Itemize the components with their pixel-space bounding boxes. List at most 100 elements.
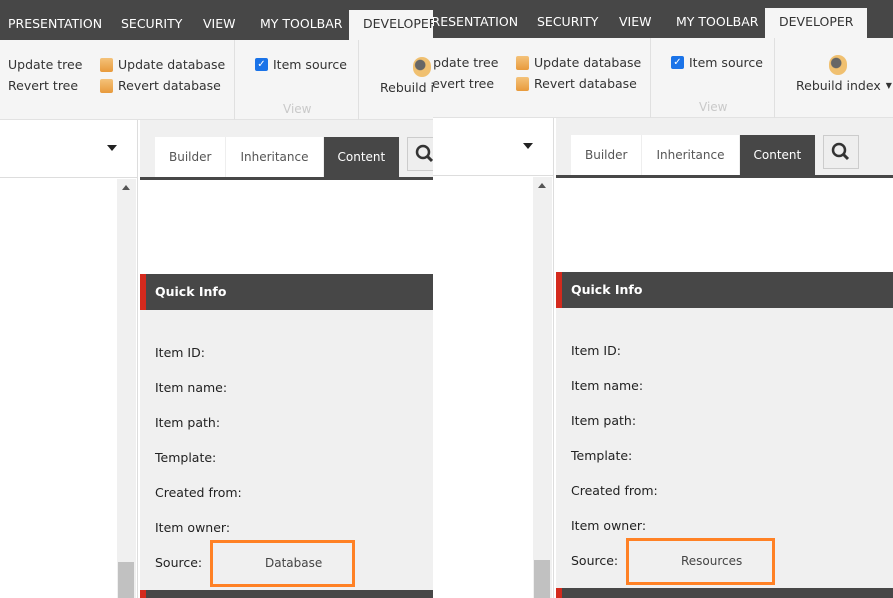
template-label: Template: <box>155 450 217 465</box>
tab-content[interactable]: Content <box>323 137 401 177</box>
source-value-highlight: Resources <box>626 538 776 585</box>
tab-developer[interactable]: DEVELOPER <box>765 8 868 38</box>
scroll-up-icon[interactable] <box>122 185 130 190</box>
update-database-label: Update database <box>118 57 226 72</box>
item-owner-label: Item owner: <box>155 520 231 535</box>
item-id-label: Item ID: <box>571 343 621 358</box>
item-id-label: Item ID: <box>155 345 205 360</box>
rebuild-index-button[interactable]: Rebuild index▼ <box>380 80 433 95</box>
quick-info-header[interactable]: Quick Info <box>556 272 893 308</box>
left-screenshot: PRESENTATION SECURITY VIEW MY TOOLBAR DE… <box>0 0 433 598</box>
content-area <box>140 180 433 274</box>
tab-builder[interactable]: Builder <box>155 137 227 177</box>
update-database-button[interactable]: Update database <box>100 57 225 72</box>
chevron-down-icon: ▼ <box>885 81 892 90</box>
update-database-label: Update database <box>534 55 642 70</box>
tab-builder[interactable]: Builder <box>571 135 643 175</box>
tab-presentation[interactable]: PRESENTATION <box>8 10 102 40</box>
group-divider <box>650 38 651 118</box>
revert-database-label: Revert database <box>118 78 221 93</box>
update-tree-button[interactable]: Update tree <box>8 57 82 72</box>
next-section-header[interactable] <box>140 590 433 598</box>
dropdown-arrow-icon <box>523 143 533 149</box>
update-tree-label: Update tree <box>8 57 83 72</box>
next-section-header[interactable] <box>556 588 893 598</box>
source-value-highlight: Database <box>210 540 356 587</box>
tab-my-toolbar[interactable]: MY TOOLBAR <box>260 10 342 40</box>
tab-my-toolbar[interactable]: MY TOOLBAR <box>676 8 758 38</box>
tab-security[interactable]: SECURITY <box>537 8 598 38</box>
rebuild-index-label: Rebuild index <box>796 78 881 93</box>
search-button[interactable] <box>407 137 433 171</box>
search-button[interactable] <box>823 135 860 169</box>
item-path-label: Item path: <box>571 413 637 428</box>
revert-database-button[interactable]: Revert database <box>100 78 221 93</box>
checkmark-icon: ✓ <box>255 58 268 71</box>
item-owner-label: Item owner: <box>571 518 647 533</box>
tab-inheritance[interactable]: Inheritance <box>226 137 324 177</box>
update-database-button[interactable]: Update database <box>516 55 641 70</box>
item-source-label: Item source <box>273 57 347 72</box>
tab-view[interactable]: VIEW <box>619 8 652 38</box>
rebuild-index-icon <box>413 57 431 77</box>
revert-tree-label: Revert tree <box>8 78 79 93</box>
update-database-icon <box>516 55 529 70</box>
search-icon <box>415 144 433 163</box>
tab-content[interactable]: Content <box>739 135 817 175</box>
view-group-label: View <box>699 100 728 114</box>
tab-inheritance[interactable]: Inheritance <box>642 135 740 175</box>
revert-database-label: Revert database <box>534 76 637 91</box>
tab-view[interactable]: VIEW <box>203 10 236 40</box>
ribbon: Update tree Revert tree Update database … <box>0 40 433 120</box>
database-selector[interactable] <box>0 120 137 178</box>
content-tree <box>0 120 138 598</box>
group-divider <box>774 38 775 118</box>
revert-tree-label: Revert tree <box>433 76 495 91</box>
revert-database-icon <box>100 78 113 93</box>
content-tree <box>433 118 554 598</box>
source-label: Source: <box>155 555 203 570</box>
source-label: Source: <box>571 553 619 568</box>
update-database-icon <box>100 57 113 72</box>
rebuild-index-button[interactable]: Rebuild index ▼ <box>796 78 892 93</box>
tree-scrollbar[interactable] <box>117 179 136 598</box>
rebuild-index-label: Rebuild index <box>380 80 433 95</box>
created-from-label: Created from: <box>571 483 658 498</box>
rebuild-index-icon <box>829 55 847 75</box>
ribbon-tabs: PRESENTATION SECURITY VIEW MY TOOLBAR DE… <box>0 0 433 40</box>
item-name-label: Item name: <box>571 378 644 393</box>
quick-info-header[interactable]: Quick Info <box>140 274 433 310</box>
scroll-up-icon[interactable] <box>538 183 546 188</box>
search-icon <box>831 142 850 161</box>
revert-tree-button[interactable]: Revert tree <box>8 78 78 93</box>
scroll-thumb[interactable] <box>534 560 550 598</box>
ribbon: Update tree Revert tree Update database … <box>433 38 893 118</box>
tab-security[interactable]: SECURITY <box>121 10 182 40</box>
item-source-checkbox[interactable]: ✓ Item source <box>255 57 347 72</box>
revert-tree-button[interactable]: Revert tree <box>433 76 494 91</box>
item-source-label: Item source <box>689 55 763 70</box>
update-tree-button[interactable]: Update tree <box>433 55 498 70</box>
revert-database-icon <box>516 76 529 91</box>
view-group-label: View <box>283 102 312 116</box>
tree-scrollbar[interactable] <box>533 177 552 598</box>
tab-presentation[interactable]: PRESENTATION <box>433 8 518 38</box>
scroll-thumb[interactable] <box>118 562 134 598</box>
group-divider <box>234 40 235 120</box>
tab-developer[interactable]: DEVELOPER <box>349 10 433 40</box>
right-screenshot: PRESENTATION SECURITY VIEW MY TOOLBAR DE… <box>433 0 893 598</box>
database-selector[interactable] <box>433 118 553 176</box>
item-name-label: Item name: <box>155 380 228 395</box>
item-source-checkbox[interactable]: ✓ Item source <box>671 55 763 70</box>
dropdown-arrow-icon <box>107 145 117 151</box>
revert-database-button[interactable]: Revert database <box>516 76 637 91</box>
item-path-label: Item path: <box>155 415 221 430</box>
checkmark-icon: ✓ <box>671 56 684 69</box>
ribbon-tabs: PRESENTATION SECURITY VIEW MY TOOLBAR DE… <box>433 0 893 38</box>
template-label: Template: <box>571 448 633 463</box>
created-from-label: Created from: <box>155 485 242 500</box>
update-tree-label: Update tree <box>433 55 499 70</box>
item-editor: Builder Inheritance Content Quick Info I… <box>140 120 433 598</box>
group-divider <box>358 40 359 120</box>
item-editor: Builder Inheritance Content Quick Info I… <box>556 118 893 598</box>
